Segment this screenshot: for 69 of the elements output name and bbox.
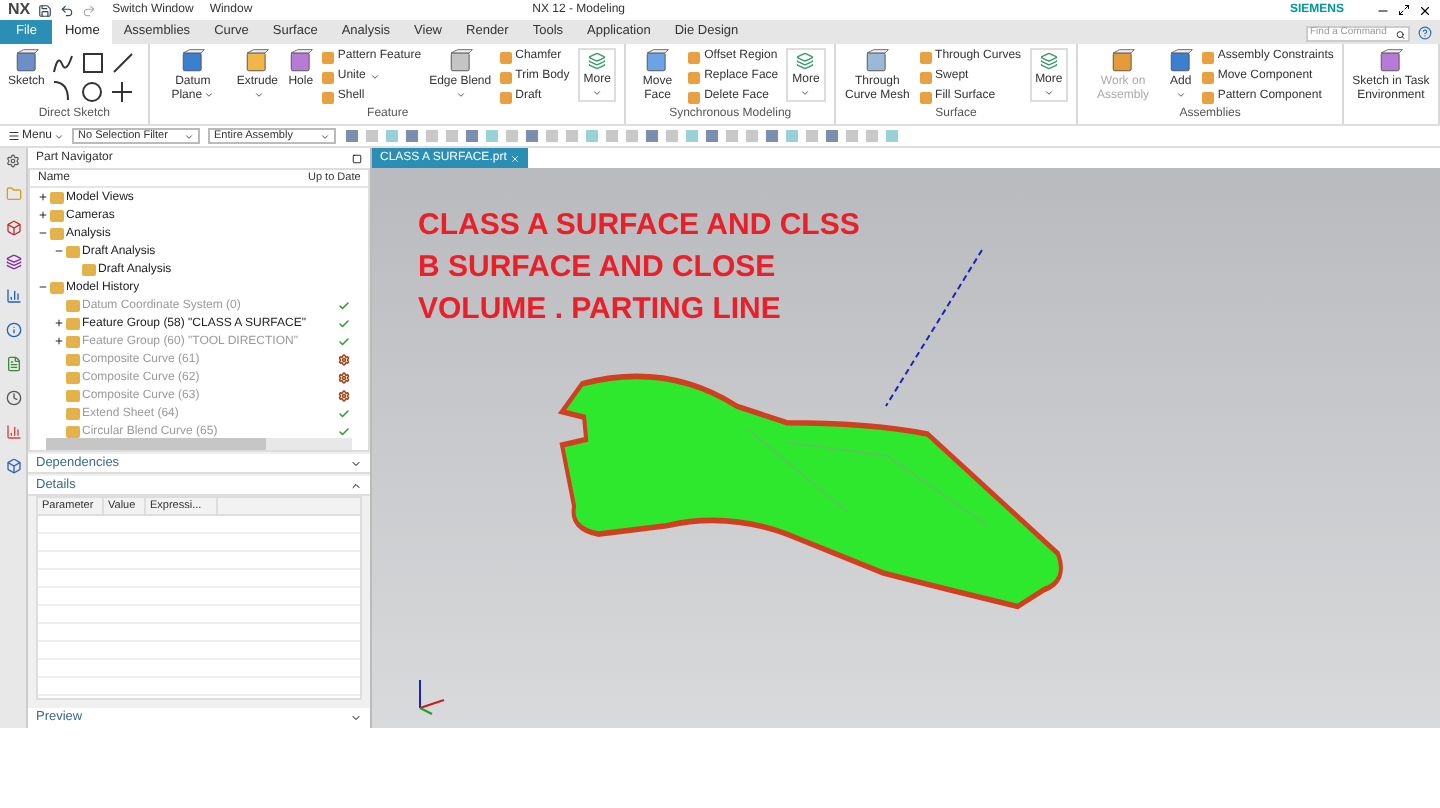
collapse-icon[interactable] xyxy=(38,282,48,292)
annotation-text: CLASS A SURFACE AND CLSS xyxy=(418,206,862,246)
info-icon[interactable] xyxy=(5,322,21,338)
node-icon xyxy=(66,353,80,365)
tool-icon xyxy=(447,48,474,74)
tool-icon xyxy=(179,48,206,74)
expand-icon[interactable] xyxy=(54,318,64,328)
cube-icon[interactable] xyxy=(5,458,21,474)
node-icon xyxy=(66,371,80,383)
tool-icon xyxy=(1110,48,1137,74)
collapse-icon[interactable] xyxy=(350,479,362,491)
expand-icon[interactable] xyxy=(38,192,48,202)
node-icon xyxy=(50,209,64,221)
gear-icon[interactable] xyxy=(6,154,20,168)
caret-icon xyxy=(592,88,603,98)
bar-chart-icon[interactable] xyxy=(5,288,21,304)
caret-icon xyxy=(369,72,380,82)
cube-icon[interactable] xyxy=(5,220,21,236)
maximize-icon[interactable] xyxy=(352,153,362,163)
node-icon xyxy=(66,389,80,401)
layers-icon[interactable] xyxy=(5,254,21,270)
tool-icon xyxy=(1167,48,1194,74)
layers-icon xyxy=(796,52,815,70)
tool-icon xyxy=(244,48,271,74)
bar-chart-icon[interactable] xyxy=(5,424,21,440)
help-icon[interactable] xyxy=(1418,26,1432,40)
node-icon xyxy=(50,281,64,293)
caret-icon xyxy=(184,131,195,141)
node-icon xyxy=(66,335,80,347)
expand-icon[interactable] xyxy=(54,336,64,346)
save-icon[interactable] xyxy=(38,3,53,17)
tool-icon xyxy=(1377,48,1404,74)
collapse-icon[interactable] xyxy=(38,228,48,238)
collapse-icon[interactable] xyxy=(54,246,64,256)
node-icon xyxy=(66,317,80,329)
undo-icon[interactable] xyxy=(60,3,75,17)
annotation-text: B SURFACE AND CLOSE xyxy=(418,248,778,288)
node-icon xyxy=(50,191,64,203)
caret-icon xyxy=(54,131,65,141)
node-icon xyxy=(82,263,96,275)
caret-icon xyxy=(456,90,467,100)
clock-icon[interactable] xyxy=(5,390,21,406)
node-icon xyxy=(50,227,64,239)
caret-icon xyxy=(1176,90,1187,100)
layers-icon xyxy=(1039,52,1058,70)
search-icon xyxy=(1396,29,1406,39)
document-icon[interactable] xyxy=(5,356,21,372)
caret-icon xyxy=(253,90,264,100)
caret-icon xyxy=(320,131,331,141)
caret-icon xyxy=(204,90,215,100)
annotation-text: VOLUME . PARTING LINE xyxy=(418,290,783,330)
app-logo: NX xyxy=(8,2,31,18)
caret-icon xyxy=(800,88,811,98)
node-icon xyxy=(66,425,80,437)
node-icon xyxy=(66,245,80,257)
tool-icon xyxy=(287,48,314,74)
scrollbar[interactable] xyxy=(46,438,352,450)
node-icon xyxy=(66,299,80,311)
node-icon xyxy=(66,407,80,419)
expand-icon[interactable] xyxy=(350,712,362,724)
close-icon[interactable] xyxy=(1418,3,1432,17)
expand-icon[interactable] xyxy=(350,457,362,469)
layers-icon xyxy=(588,52,607,70)
expand-icon[interactable] xyxy=(38,210,48,220)
caret-icon xyxy=(1043,88,1054,98)
tool-icon xyxy=(864,48,891,74)
tool-icon xyxy=(13,48,40,74)
menu-icon xyxy=(8,130,20,142)
tool-icon xyxy=(644,48,671,74)
